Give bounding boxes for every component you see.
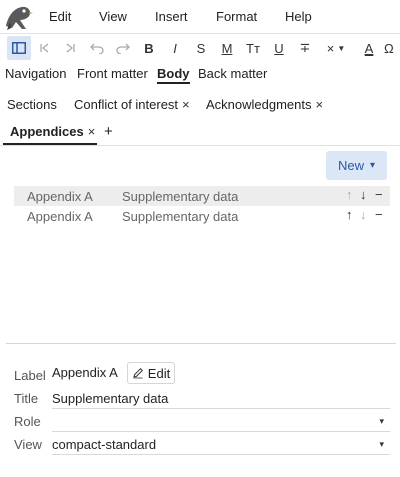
tab-label: Appendices [10,124,84,139]
first-icon[interactable] [33,36,57,60]
tab-navigation[interactable]: Navigation [5,66,66,81]
underline-button[interactable]: U [267,36,291,60]
smallcaps-button[interactable]: Tт [241,36,265,60]
undo-icon[interactable] [85,36,109,60]
chevron-down-icon: ▾ [379,439,384,449]
panel-divider [6,343,396,344]
menu-insert[interactable]: Insert [155,9,188,24]
italic-button[interactable]: I [163,36,187,60]
active-tab-indicator [3,143,97,145]
role-select[interactable]: ▾ [52,412,390,432]
move-up-icon[interactable]: ↑ [346,207,353,222]
item-title: Supplementary data [122,189,239,204]
tab-appendices[interactable]: Appendices × [10,124,95,139]
close-icon[interactable]: × [88,124,96,139]
move-down-icon[interactable]: ↓ [360,187,367,202]
special-characters-button[interactable]: Ω [384,36,400,60]
view-value: compact-standard [52,437,157,452]
strikethrough-button[interactable]: ∓ [293,36,317,60]
move-up-icon[interactable]: ↑ [346,187,353,202]
tab-label: Conflict of interest [74,97,179,112]
list-item[interactable]: Appendix A Supplementary data ↑ ↓ − [14,206,390,226]
tab-back-matter[interactable]: Back matter [198,66,267,81]
item-label: Appendix A [27,209,93,224]
label-field-label: Label [14,368,46,383]
bold-button[interactable]: B [137,36,161,60]
item-label: Appendix A [27,189,93,204]
title-input[interactable]: Supplementary data [52,391,168,406]
text-color-button[interactable]: A [357,36,381,60]
tabs-divider [0,145,400,146]
tab-label: Acknowledgments [206,97,312,112]
tab-acknowledgments[interactable]: Acknowledgments × [206,97,323,112]
sidebar-toggle-icon[interactable] [7,36,31,60]
tab-body[interactable]: Body [157,66,190,84]
menu-help[interactable]: Help [285,9,312,24]
pencil-icon [133,367,143,379]
menu-edit[interactable]: Edit [49,9,71,24]
edit-label-button[interactable]: Edit [127,362,175,384]
app-logo [2,2,34,32]
remove-icon[interactable]: − [375,187,383,202]
chevron-down-icon: ▾ [379,416,384,426]
close-icon[interactable]: × [316,97,324,112]
section-tabs: Sections Conflict of interest × Acknowle… [0,92,400,144]
title-field-label: Title [14,391,39,406]
label-value: Appendix A [52,365,118,380]
role-field-label: Role [14,414,41,429]
toolbar: B I S M Tт U ∓ × ▼ A Ω [0,33,400,61]
chevron-down-icon: ▾ [369,160,376,171]
add-tab-button[interactable]: + [104,123,113,140]
monospace-button[interactable]: M [215,36,239,60]
subscript-label: × [326,40,335,56]
list-item[interactable]: Appendix A Supplementary data ↑ ↓ − [14,186,390,206]
last-icon[interactable] [58,36,82,60]
edit-button-label: Edit [147,365,171,381]
item-title: Supplementary data [122,209,239,224]
redo-icon[interactable] [111,36,135,60]
tab-sections[interactable]: Sections [7,97,57,112]
remove-icon[interactable]: − [375,207,383,222]
menu-view[interactable]: View [99,9,127,24]
tab-front-matter[interactable]: Front matter [77,66,148,81]
new-button[interactable]: New ▾ [326,151,387,180]
tab-conflict-of-interest[interactable]: Conflict of interest × [74,97,190,112]
title-underline [52,408,390,409]
strong-button[interactable]: S [189,36,213,60]
subscript-menu-button[interactable]: × ▼ [322,36,350,60]
chevron-down-icon: ▼ [337,43,346,53]
close-icon[interactable]: × [182,97,190,112]
top-tabs: Navigation Front matter Body Back matter [0,63,400,85]
move-down-icon[interactable]: ↓ [360,207,367,222]
view-select[interactable]: compact-standard ▾ [52,435,390,455]
view-field-label: View [14,437,42,452]
appendix-list: Appendix A Supplementary data ↑ ↓ − Appe… [14,186,390,226]
menu-format[interactable]: Format [216,9,257,24]
new-button-label: New [337,158,364,173]
menubar: Edit View Insert Format Help [0,0,400,33]
